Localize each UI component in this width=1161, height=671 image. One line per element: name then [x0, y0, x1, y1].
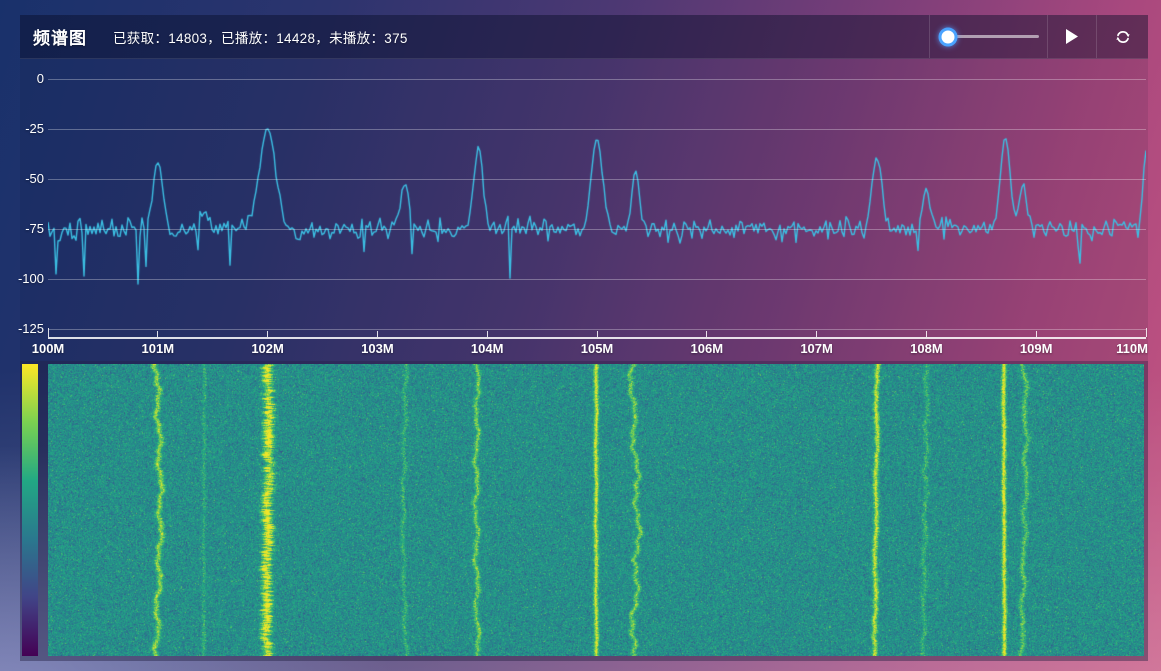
x-axis-label: 106M: [690, 341, 724, 356]
x-axis-label: 104M: [470, 341, 504, 356]
gridline: [48, 329, 1146, 330]
x-axis-tick: [486, 331, 488, 337]
x-axis-label: 108M: [910, 341, 943, 356]
page-title: 频谱图: [33, 29, 87, 48]
y-axis-label: -125: [17, 321, 44, 336]
main-panel: 频谱图 已获取：14803，已播放：14428，未播放：375 0 -25 -5…: [18, 15, 1148, 661]
x-axis-tick: [706, 331, 708, 337]
x-axis-label: 110M: [1116, 341, 1148, 356]
y-axis-label: -75: [25, 221, 44, 236]
waterfall-section: [20, 361, 1148, 661]
slider-track[interactable]: [938, 27, 1039, 46]
x-axis-label: 103M: [361, 341, 394, 356]
x-axis-tick: [596, 331, 598, 337]
refresh-icon: [1114, 28, 1132, 46]
colorbar-viridis: [22, 364, 38, 656]
x-axis-line: [48, 337, 1146, 339]
play-button[interactable]: [1047, 15, 1096, 58]
spectrum-analyzer-app: 频谱图 已获取：14803，已播放：14428，未播放：375 0 -25 -5…: [0, 0, 1161, 671]
x-axis-tick: [376, 331, 378, 337]
x-axis-label: 101M: [141, 341, 175, 356]
y-axis-label: 0: [36, 71, 44, 86]
waterfall-canvas: [48, 364, 1144, 656]
gridline: [48, 129, 1146, 130]
x-axis-tick: [816, 331, 818, 337]
y-axis-label: -25: [25, 121, 44, 136]
refresh-button[interactable]: [1096, 15, 1148, 58]
x-axis-label: 109M: [1019, 341, 1053, 356]
playback-stats: 已获取：14803，已播放：14428，未播放：375: [113, 30, 408, 46]
y-axis-label: -50: [25, 171, 44, 186]
play-icon: [1065, 28, 1079, 45]
gridline: [48, 79, 1146, 80]
x-axis-tick: [1035, 331, 1037, 337]
slider-thumb[interactable]: [938, 27, 957, 46]
x-axis-tick: [267, 331, 269, 337]
spectrum-chart-section: 0 -25 -50 -75 -100 -125 100M 101M 102M 103M 104M 10…: [18, 59, 1148, 361]
x-axis-tick: [157, 331, 159, 337]
x-axis-label: 107M: [800, 341, 833, 356]
x-axis-tick: [47, 328, 49, 337]
gridline: [48, 279, 1146, 280]
spectrum-line-canvas: [48, 67, 1146, 339]
playback-slider[interactable]: [929, 15, 1047, 58]
header-bar: 频谱图 已获取：14803，已播放：14428，未播放：375: [20, 15, 1148, 59]
x-axis-tick: [1145, 328, 1147, 337]
gridline: [48, 229, 1146, 230]
x-axis-label: 100M: [31, 341, 65, 356]
x-axis-label: 102M: [251, 341, 284, 356]
x-axis-tick: [925, 331, 927, 337]
y-axis-label: -100: [17, 271, 44, 286]
x-axis-label: 105M: [580, 341, 614, 356]
gridline: [48, 179, 1146, 180]
